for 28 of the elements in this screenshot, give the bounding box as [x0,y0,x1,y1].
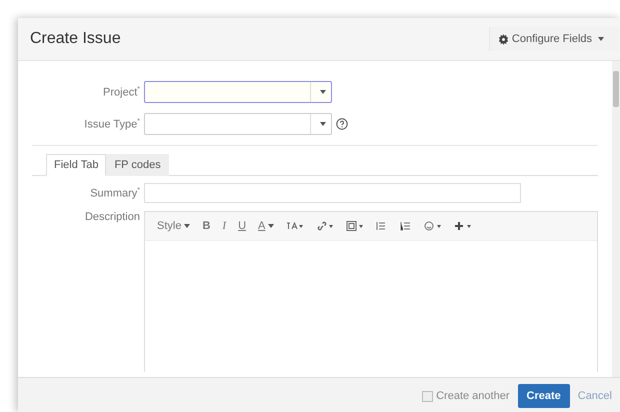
summary-field[interactable] [144,183,521,203]
caret-icon [184,224,190,228]
tab[interactable]: FP codes [106,154,169,176]
field-label: Summary$^{*}$ [89,186,140,200]
gear-icon [498,34,509,44]
select-field[interactable] [144,81,332,103]
create-button[interactable]: Create [518,384,570,408]
checkbox-label: Create another [436,390,510,402]
cancel-link[interactable]: Cancel [578,390,612,402]
caret-icon [598,37,604,41]
help-icon[interactable] [336,118,348,130]
field-label: Description [84,211,140,225]
caret-icon [320,90,326,94]
description-editor[interactable]: Style B I U A [144,211,598,372]
caret-icon [320,122,326,126]
tab[interactable]: Field Tab [46,154,106,176]
checkbox[interactable] [422,390,434,402]
toolbar-button[interactable]: I [218,218,230,234]
toolbar-button[interactable]: Style [153,218,194,234]
scrollbar[interactable] [612,61,620,377]
dialog-title: Create Issue [30,30,121,48]
toolbar-button[interactable]: U [234,218,250,234]
caret-icon [268,224,274,228]
toolbar-button[interactable]: A [254,218,278,234]
field-label: Issue Type$^{*}$ [83,118,140,130]
field-label: Project$^{*}$ [102,86,140,98]
toolbar-button[interactable]: B [198,218,214,234]
select-field[interactable] [144,113,332,135]
